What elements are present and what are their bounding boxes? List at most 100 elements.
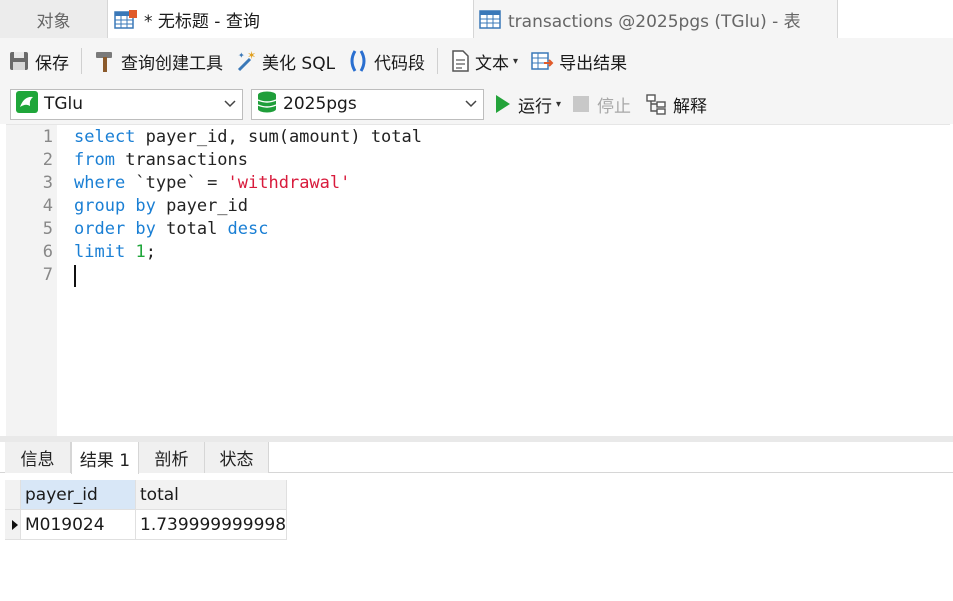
column-header-payer-id[interactable]: payer_id [21,480,136,510]
play-icon [496,95,510,113]
connection-toolbar: TGlu 2025pgs 运行 ▾ 停止 解释 [0,84,953,124]
line-number: 7 [42,265,53,285]
sql-text: total [155,219,228,239]
tab-result-1[interactable]: 结果 1 [71,442,139,474]
chevron-down-icon [465,97,477,111]
tab-objects[interactable]: 对象 [0,0,108,38]
explain-button[interactable]: 解释 [645,92,707,117]
code-line: from transactions [74,149,422,172]
main-toolbar: 保存 查询创建工具 ✶ ✦ 美化 SQL 代码段 文本 ▾ 导出结果 [0,38,953,84]
sql-keyword: order by [74,219,156,239]
column-header-total[interactable]: total [136,480,287,510]
line-number: 3 [42,173,53,193]
line-number: 1 [42,127,53,147]
code-line: order by total desc [74,218,422,241]
tab-status-label: 状态 [219,450,254,470]
code-line: select payer_id, sum(amount) total [74,126,422,149]
text-button[interactable]: 文本 ▾ [450,49,518,74]
text-dropdown-caret-icon[interactable]: ▾ [513,56,518,67]
tab-profile[interactable]: 剖析 [139,442,205,473]
sql-string: 'withdrawal' [227,173,351,193]
explain-tree-icon [645,93,669,115]
chevron-down-icon [224,97,236,111]
result-tabs: 信息 结果 1 剖析 状态 [0,442,953,474]
svg-text:✦: ✦ [238,51,245,60]
row-indicator-header [5,480,21,510]
code-line: where `type` = 'withdrawal' [74,172,422,195]
query-builder-label: 查询创建工具 [121,53,223,74]
query-builder-button[interactable]: 查询创建工具 [94,49,223,74]
tab-table-label: transactions @2025pgs (TGlu) - 表 [508,11,801,32]
tab-info[interactable]: 信息 [5,442,71,473]
connection-name: TGlu [44,94,84,114]
stop-button[interactable]: 停止 [573,92,631,117]
cell-payer-id[interactable]: M019024 [21,510,136,540]
toolbar-divider [81,48,82,74]
sql-text: transactions [114,150,249,170]
sql-keyword: group by [74,196,156,216]
sql-editor[interactable]: 1 2 3 4 5 6 7 select payer_id, sum(amount) tot… [6,124,950,437]
cell-total[interactable]: 1.739999999998 [136,510,287,540]
line-number: 6 [42,242,53,262]
save-label: 保存 [35,53,69,74]
stop-icon [573,96,590,112]
sql-keyword: select [74,127,136,147]
tab-bar-empty [838,0,953,38]
sql-keyword: where [74,173,126,193]
current-row-indicator [5,510,21,540]
sql-keyword: desc [227,219,269,239]
export-results-label: 导出结果 [559,53,628,74]
code-line: limit 1; [74,241,422,264]
sql-text: payer_id [155,196,249,216]
connection-select[interactable]: TGlu [10,88,243,120]
line-number-gutter: 1 2 3 4 5 6 7 [6,125,57,437]
sql-keyword: limit [74,242,126,262]
tab-bar: 对象 * 无标题 - 查询 transactions @2025pgs (TGl… [0,0,953,39]
line-number: 2 [42,150,53,170]
sql-text: ; [145,242,156,262]
tab-info-label: 信息 [20,450,55,470]
save-button[interactable]: 保存 [8,49,69,74]
text-cursor [74,265,76,287]
save-icon [8,50,30,72]
tab-profile-label: 剖析 [154,450,189,470]
sql-number: 1 [135,242,146,262]
export-results-button[interactable]: 导出结果 [530,49,627,74]
toolbar-divider [437,48,439,74]
run-label: 运行 [518,96,552,117]
tab-status[interactable]: 状态 [205,442,269,473]
text-label: 文本 [475,53,510,74]
export-table-icon [530,49,554,73]
snippet-label: 代码段 [374,53,426,74]
snippet-button[interactable]: 代码段 [347,49,425,74]
document-icon [450,49,470,73]
line-number: 4 [42,196,53,216]
stop-label: 停止 [597,96,632,117]
magic-wand-icon: ✶ ✦ [235,50,257,72]
database-select[interactable]: 2025pgs [251,88,484,120]
sql-text: payer_id, sum(amount) total [135,127,422,147]
svg-text:✶: ✶ [247,50,256,62]
database-icon [256,90,278,119]
sql-code[interactable]: select payer_id, sum(amount) total from t… [74,125,422,287]
sql-text: `type` = [125,173,228,193]
tab-result-1-label: 结果 1 [79,450,131,471]
database-name: 2025pgs [283,94,357,114]
run-dropdown-caret-icon[interactable]: ▾ [556,99,561,110]
beautify-sql-button[interactable]: ✶ ✦ 美化 SQL [235,49,335,74]
row-pointer-icon [12,520,18,530]
tab-query-label: * 无标题 - 查询 [144,12,260,32]
parentheses-icon [347,49,369,73]
tab-objects-label: 对象 [36,11,71,32]
code-line: group by payer_id [74,195,422,218]
grid-header-row: payer_id total [5,480,287,510]
table-row[interactable]: M019024 1.739999999998 [5,510,287,540]
sql-keyword: from [74,150,115,170]
tab-table[interactable]: transactions @2025pgs (TGlu) - 表 [474,0,838,38]
line-number: 5 [42,219,53,239]
beautify-sql-label: 美化 SQL [262,53,336,74]
run-button[interactable]: 运行 ▾ [496,92,561,117]
tab-query[interactable]: * 无标题 - 查询 [108,0,474,39]
